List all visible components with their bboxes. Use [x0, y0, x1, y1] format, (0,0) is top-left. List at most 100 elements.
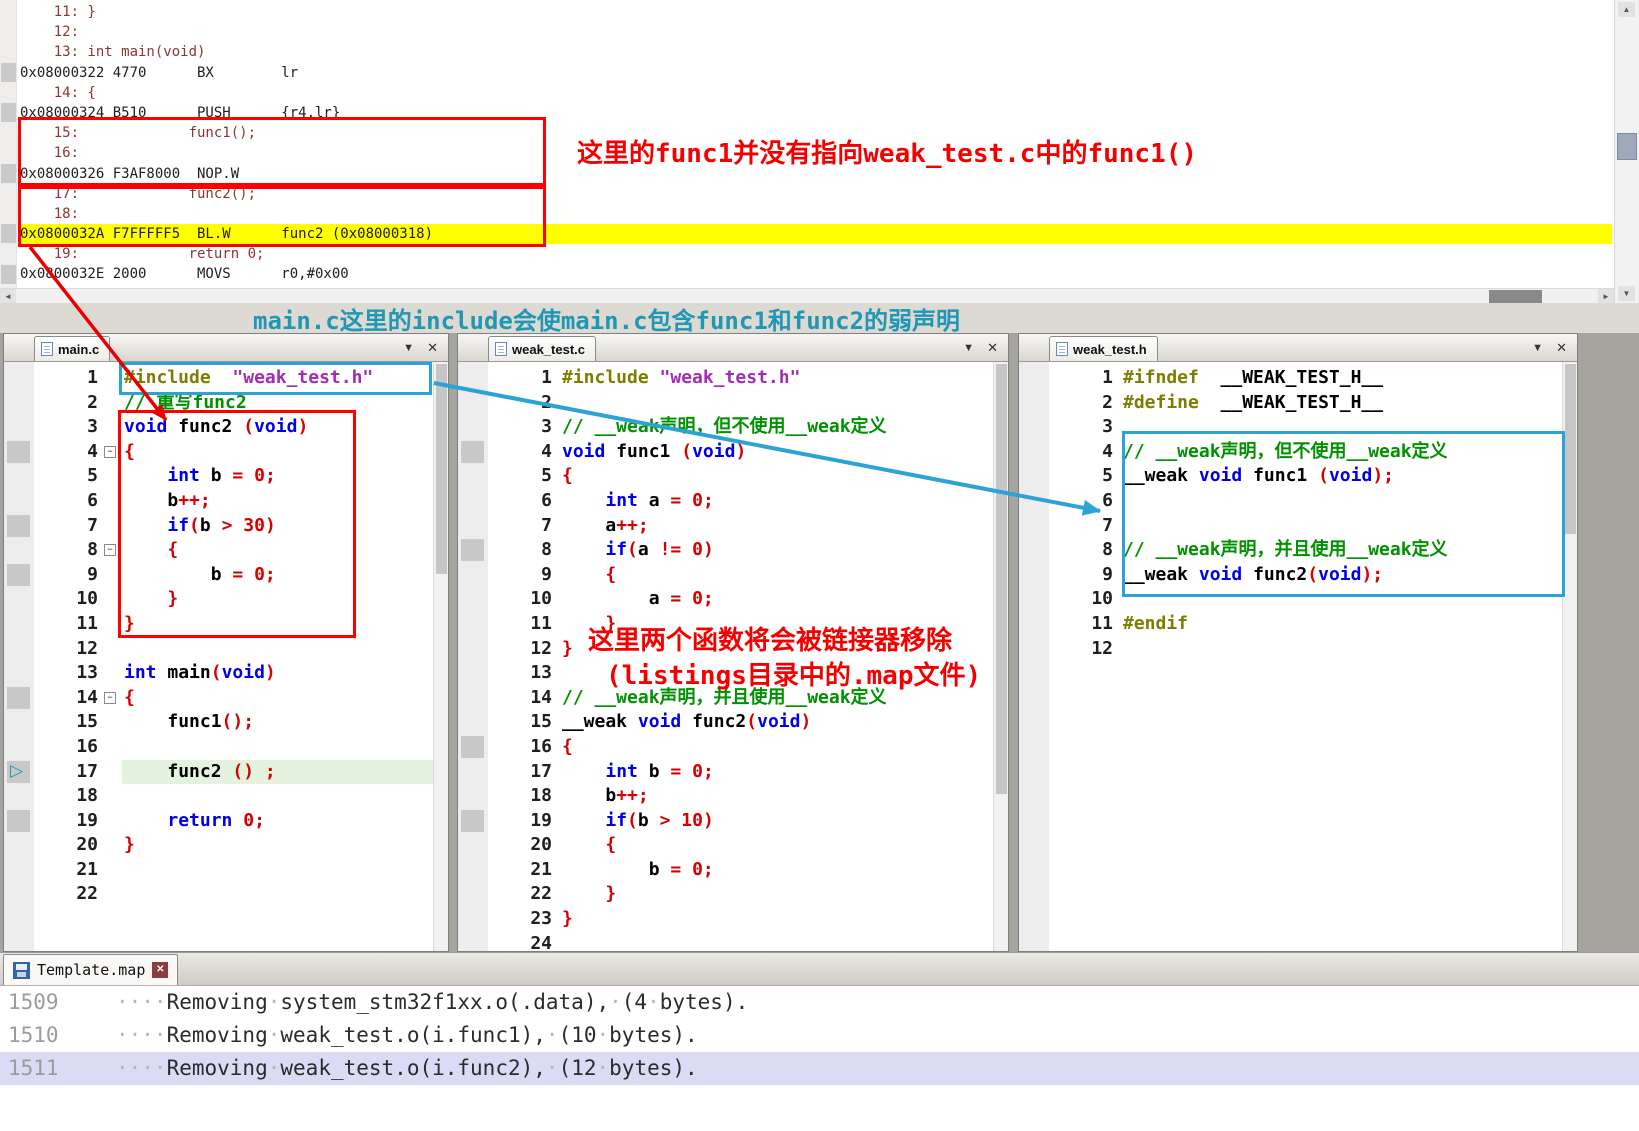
- scroll-left-button[interactable]: ◄: [0, 289, 16, 304]
- margin-block[interactable]: [461, 810, 484, 832]
- tab-weak-test-c[interactable]: weak_test.c: [488, 336, 596, 361]
- fold-toggle[interactable]: −: [104, 692, 116, 704]
- code-line[interactable]: 22 }: [488, 882, 993, 907]
- code-line[interactable]: 15 func1();: [34, 710, 433, 735]
- code-token: }: [605, 883, 616, 904]
- breakpoint-margin-block[interactable]: [1, 164, 16, 183]
- code-line[interactable]: 13int main(void): [34, 661, 433, 686]
- code-line[interactable]: 17 func2 () ;: [34, 760, 433, 785]
- breakpoint-gutter[interactable]: [4, 362, 34, 951]
- scrollbar-thumb[interactable]: [996, 364, 1007, 794]
- fold-toggle[interactable]: −: [104, 544, 116, 556]
- code-line[interactable]: 1#ifndef __WEAK_TEST_H__: [1049, 366, 1562, 391]
- vertical-scrollbar[interactable]: [433, 362, 448, 951]
- margin-block[interactable]: [461, 441, 484, 463]
- code-line[interactable]: 8 if(a != 0): [488, 538, 993, 563]
- code-line[interactable]: 14−{: [34, 686, 433, 711]
- disassembly-line[interactable]: 0x0800032E 2000 MOVS r0,#0x00: [20, 264, 1612, 284]
- code-line[interactable]: 4void func1 (void): [488, 440, 993, 465]
- code-token: ): [800, 711, 811, 732]
- fold-margin: [1113, 514, 1121, 539]
- disassembly-line[interactable]: 13: int main(void): [20, 42, 1612, 62]
- map-line[interactable]: 1509····Removing·system_stm32f1xx.o(.dat…: [0, 986, 1639, 1019]
- code-line[interactable]: 24: [488, 932, 993, 951]
- disassembly-line[interactable]: 12:: [20, 22, 1612, 42]
- code-line[interactable]: 12: [34, 637, 433, 662]
- code-line[interactable]: 21: [34, 858, 433, 883]
- margin-block[interactable]: [7, 810, 30, 832]
- breakpoint-margin-block[interactable]: [1, 63, 16, 82]
- scrollbar-thumb[interactable]: [1489, 290, 1542, 303]
- code-line[interactable]: 23}: [488, 907, 993, 932]
- code-line[interactable]: 10 a = 0;: [488, 587, 993, 612]
- code-line[interactable]: 21 b = 0;: [488, 858, 993, 883]
- fold-margin: [98, 784, 122, 809]
- code-line[interactable]: 7 a++;: [488, 514, 993, 539]
- margin-block[interactable]: [7, 515, 30, 537]
- tab-list-dropdown-button[interactable]: ▼: [963, 342, 974, 354]
- code-line[interactable]: 12: [1049, 637, 1562, 662]
- code-line[interactable]: 16: [34, 735, 433, 760]
- code-line[interactable]: 9 {: [488, 563, 993, 588]
- vertical-scrollbar[interactable]: ▲ ▼: [1614, 0, 1639, 303]
- tab-close-button[interactable]: ✕: [1556, 340, 1567, 356]
- code-line[interactable]: 1#include "weak_test.h": [488, 366, 993, 391]
- tab-list-dropdown-button[interactable]: ▼: [403, 342, 414, 354]
- document-icon: [41, 342, 53, 356]
- code-line[interactable]: 11#endif: [1049, 612, 1562, 637]
- code-line[interactable]: 20}: [34, 833, 433, 858]
- code-line[interactable]: 18 b++;: [488, 784, 993, 809]
- code-line[interactable]: 6 int a = 0;: [488, 489, 993, 514]
- fold-toggle[interactable]: −: [104, 446, 116, 458]
- disassembly-line[interactable]: 11: }: [20, 2, 1612, 22]
- breakpoint-margin-block[interactable]: [1, 103, 16, 122]
- margin-block[interactable]: [461, 539, 484, 561]
- margin-block[interactable]: [461, 736, 484, 758]
- disassembly-line[interactable]: 0x08000322 4770 BX lr: [20, 63, 1612, 83]
- fold-margin: [552, 661, 560, 686]
- code-line[interactable]: 18: [34, 784, 433, 809]
- scrollbar-thumb[interactable]: [1617, 133, 1637, 160]
- scrollbar-thumb[interactable]: [436, 364, 447, 574]
- code-line[interactable]: 22: [34, 882, 433, 907]
- code-line[interactable]: 19 return 0;: [34, 809, 433, 834]
- code-token: [562, 834, 605, 855]
- tab-template-map[interactable]: Template.map ✕: [3, 954, 178, 985]
- margin-block[interactable]: [7, 564, 30, 586]
- tab-main-c[interactable]: main.c: [34, 336, 110, 361]
- tab-close-button[interactable]: ✕: [427, 340, 438, 356]
- tab-weak-test-h[interactable]: weak_test.h: [1049, 336, 1158, 361]
- code-line[interactable]: 3// __weak声明，但不使用__weak定义: [488, 415, 993, 440]
- line-number: 2: [34, 391, 98, 416]
- margin-block[interactable]: [7, 687, 30, 709]
- tab-close-button[interactable]: ✕: [152, 962, 168, 978]
- code-line[interactable]: 16{: [488, 735, 993, 760]
- disassembly-line[interactable]: 14: {: [20, 83, 1612, 103]
- breakpoint-margin-block[interactable]: [1, 265, 16, 284]
- annotation-box-disasm-func1: [18, 117, 546, 186]
- code-line[interactable]: 15__weak void func2(void): [488, 710, 993, 735]
- map-line[interactable]: 1510····Removing·weak_test.o(i.func1),·(…: [0, 1019, 1639, 1052]
- line-number: 14: [488, 686, 552, 711]
- disassembly-line[interactable]: 19: return 0;: [20, 244, 1612, 264]
- tab-list-dropdown-button[interactable]: ▼: [1532, 342, 1543, 354]
- scrollbar-thumb[interactable]: [1565, 364, 1576, 534]
- tab-close-button[interactable]: ✕: [987, 340, 998, 356]
- breakpoint-margin[interactable]: [0, 0, 17, 288]
- breakpoint-margin-block[interactable]: [1, 224, 16, 243]
- code-line[interactable]: 5{: [488, 464, 993, 489]
- breakpoint-gutter[interactable]: [458, 362, 488, 951]
- vertical-scrollbar[interactable]: [993, 362, 1008, 951]
- breakpoint-gutter[interactable]: [1019, 362, 1049, 951]
- map-line[interactable]: 1511····Removing·weak_test.o(i.func2),·(…: [0, 1052, 1639, 1085]
- code-line[interactable]: 2: [488, 391, 993, 416]
- code-line[interactable]: 19 if(b > 10): [488, 809, 993, 834]
- line-number: 7: [488, 514, 552, 539]
- scroll-down-button[interactable]: ▼: [1618, 286, 1635, 301]
- code-line[interactable]: 2#define __WEAK_TEST_H__: [1049, 391, 1562, 416]
- code-line[interactable]: 17 int b = 0;: [488, 760, 993, 785]
- scroll-right-button[interactable]: ►: [1598, 289, 1614, 304]
- scroll-up-button[interactable]: ▲: [1618, 2, 1635, 17]
- margin-block[interactable]: [7, 441, 30, 463]
- code-line[interactable]: 20 {: [488, 833, 993, 858]
